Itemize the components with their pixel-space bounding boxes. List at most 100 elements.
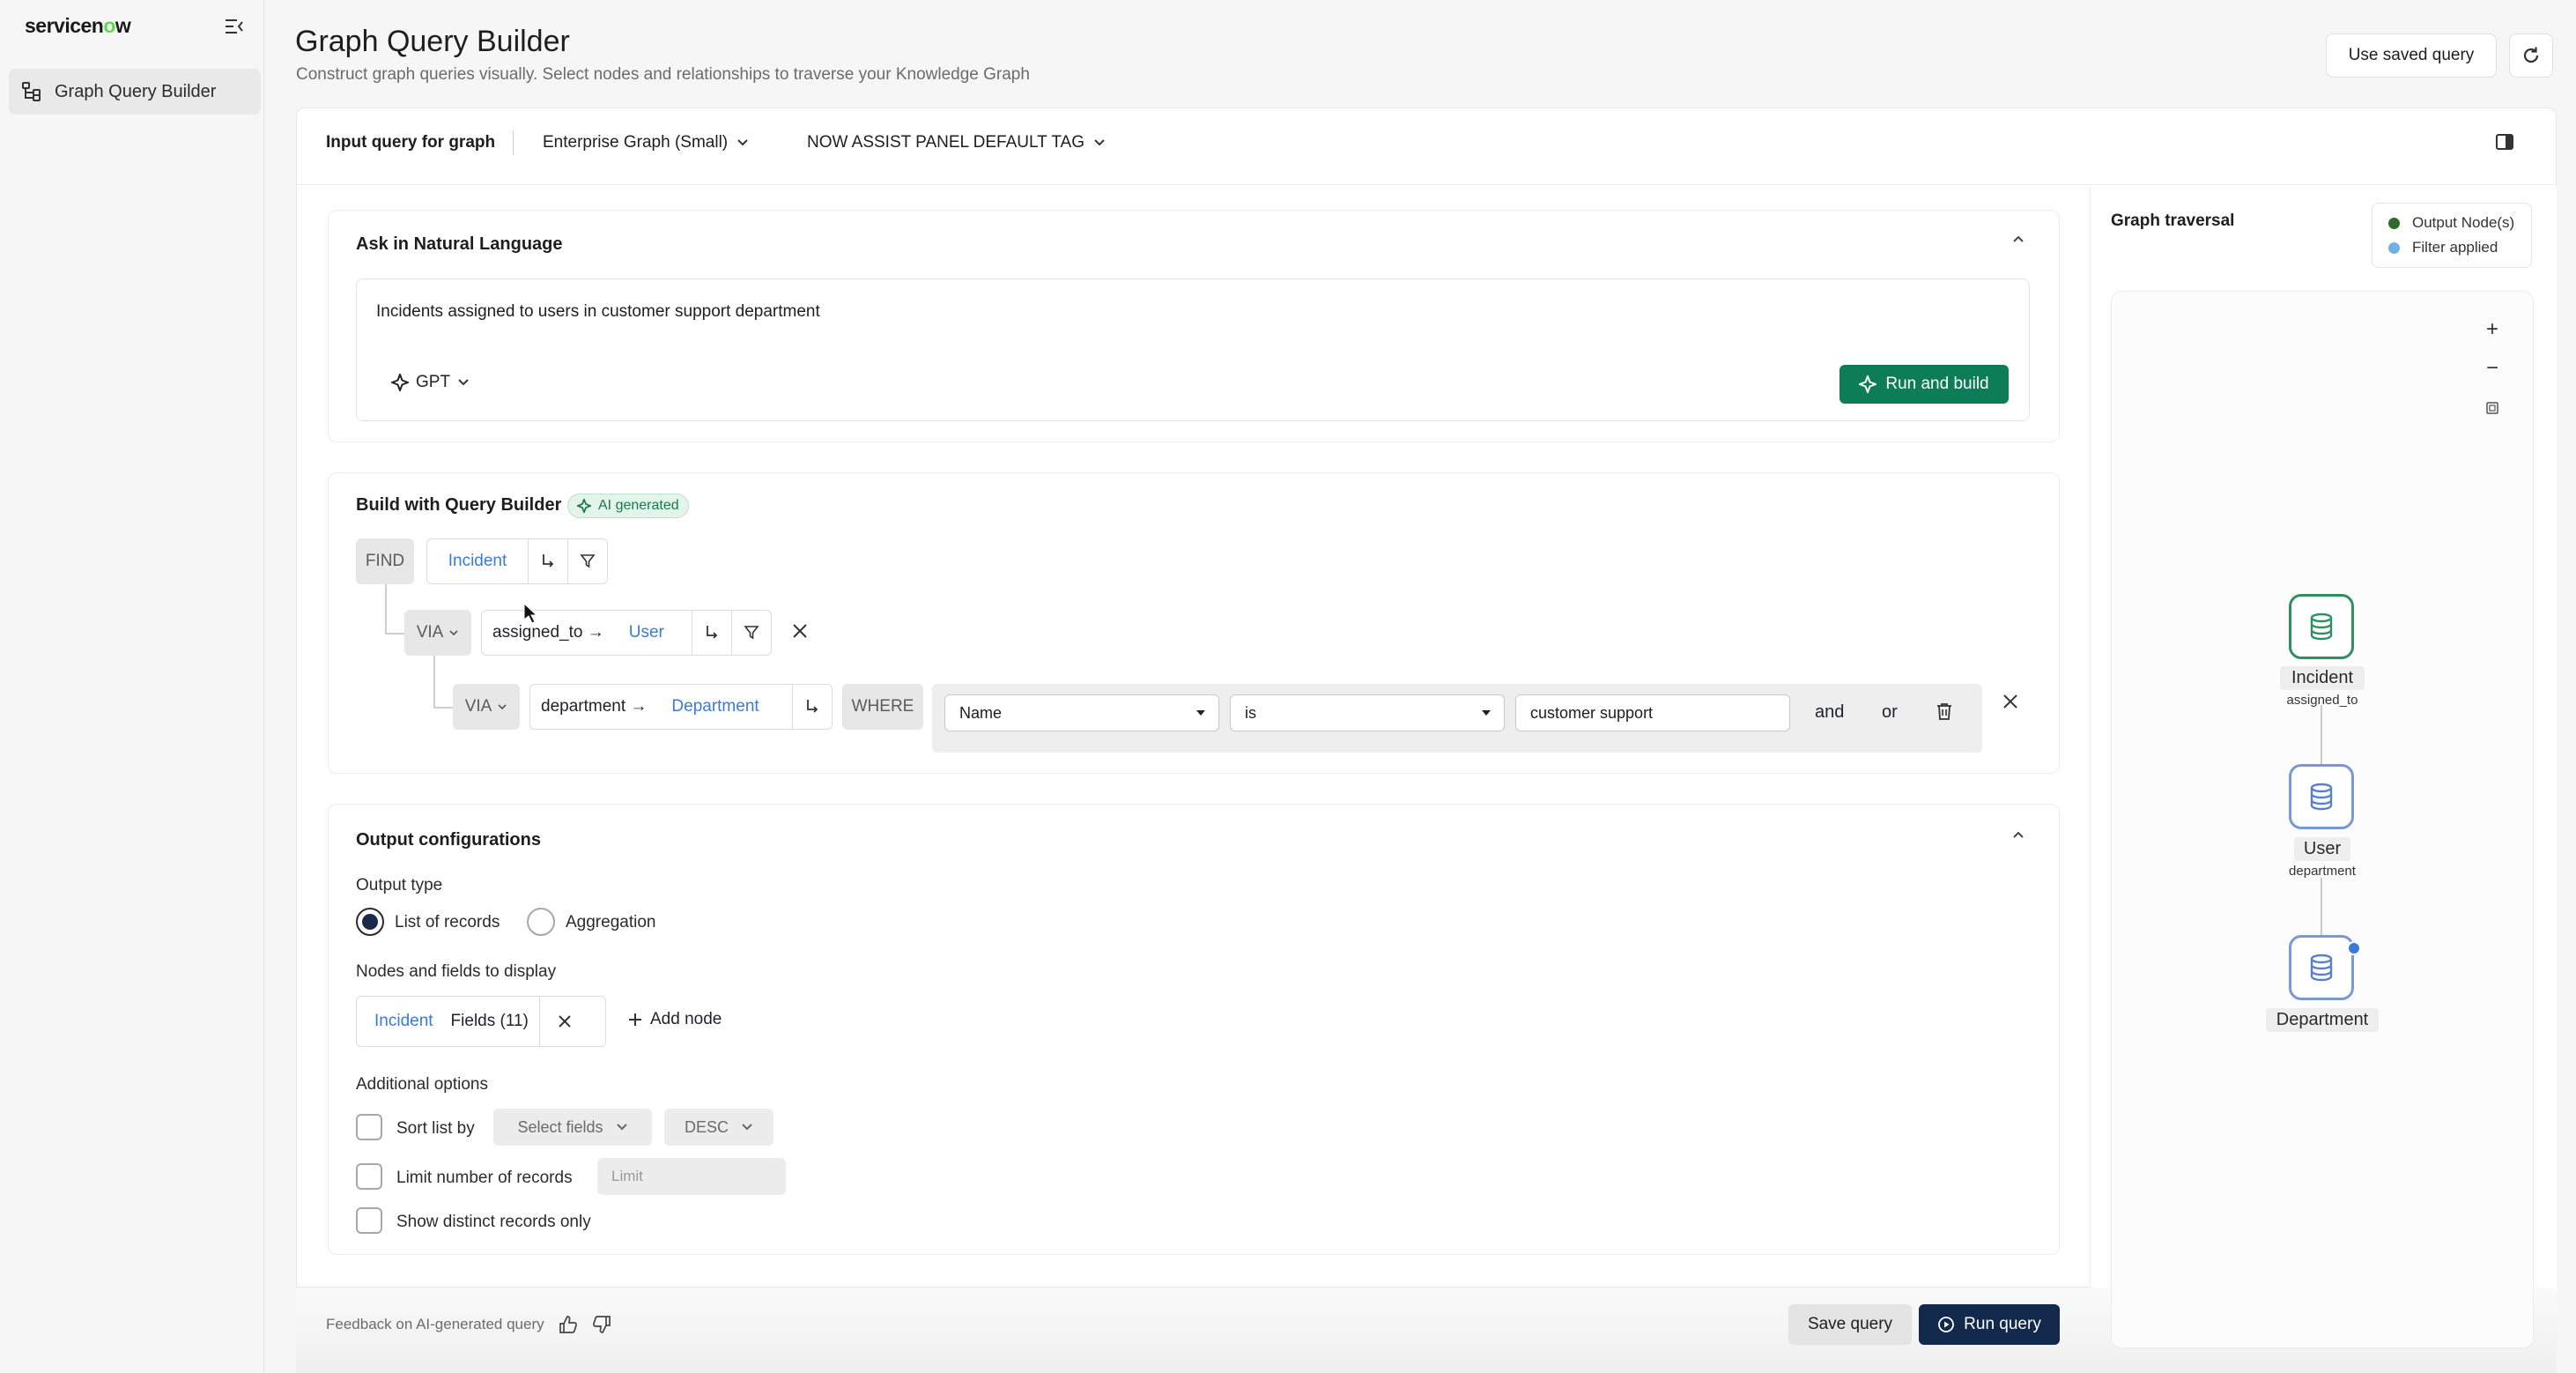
remove-node-close-icon[interactable]	[540, 997, 589, 1046]
graph-select-value: Enterprise Graph (Small)	[543, 133, 729, 152]
remove-condition-close-icon[interactable]	[2000, 691, 2021, 712]
graph-node-department[interactable]	[2289, 935, 2354, 1000]
use-saved-query-button[interactable]: Use saved query	[2326, 33, 2497, 78]
via-label: VIA	[464, 697, 492, 716]
relationship-label: assigned_to →	[492, 623, 604, 642]
via-select[interactable]: VIA	[404, 610, 471, 656]
and-button[interactable]: and	[1815, 702, 1844, 723]
sidebar-collapse-icon[interactable]	[220, 14, 248, 39]
collapse-chevron-up-icon[interactable]	[2010, 231, 2026, 247]
servicenow-logo: servicenow	[25, 14, 131, 37]
run-query-label: Run query	[1964, 1315, 2041, 1333]
relationship-label: department →	[541, 697, 648, 716]
database-icon	[2310, 954, 2333, 982]
traverse-icon[interactable]	[793, 685, 832, 729]
run-and-build-label: Run and build	[1885, 375, 1989, 393]
refresh-button[interactable]	[2509, 33, 2553, 78]
relationship-select[interactable]: assigned_to → User	[482, 611, 675, 655]
run-query-button[interactable]: Run query	[1919, 1304, 2060, 1345]
input-query-label: Input query for graph	[326, 133, 496, 152]
distinct-checkbox[interactable]	[356, 1207, 382, 1234]
tag-select[interactable]: NOW ASSIST PANEL DEFAULT TAG	[807, 133, 1106, 152]
via-select[interactable]: VIA	[453, 684, 520, 730]
run-and-build-button[interactable]: Run and build	[1839, 365, 2009, 404]
condition-field-value: Name	[959, 703, 1003, 722]
thumbs-up-icon[interactable]	[559, 1316, 578, 1333]
chevron-down-icon	[737, 139, 748, 146]
sort-fields-select[interactable]: Select fields	[493, 1109, 652, 1146]
sort-checkbox[interactable]	[356, 1114, 382, 1140]
graph-node-label: Incident	[2280, 666, 2365, 690]
sidebar	[0, 0, 264, 1373]
graph-node-label: Department	[2266, 1008, 2379, 1032]
radio-label-aggregation: Aggregation	[566, 913, 656, 931]
tree-connector	[433, 656, 435, 707]
caret-down-icon	[1196, 710, 1205, 716]
sparkle-icon	[1859, 375, 1877, 393]
database-icon	[2310, 783, 2333, 811]
thumbs-down-icon[interactable]	[592, 1316, 611, 1333]
zoom-out-icon[interactable]: −	[2477, 353, 2507, 383]
trash-icon[interactable]	[1935, 701, 1954, 721]
add-node-button[interactable]: Add node	[627, 1010, 722, 1029]
radio-aggregation[interactable]	[527, 908, 555, 936]
additional-options-label: Additional options	[356, 1075, 488, 1094]
legend-label: Output Node(s)	[2412, 214, 2515, 231]
caret-down-icon	[1482, 710, 1491, 716]
collapse-chevron-up-icon[interactable]	[2010, 827, 2026, 842]
divider	[513, 130, 514, 155]
nl-query-input[interactable]	[356, 278, 2030, 421]
panel-toggle-icon[interactable]	[2495, 132, 2516, 153]
condition-field-select[interactable]: Name	[944, 694, 1219, 731]
filter-icon[interactable]	[568, 539, 607, 583]
legend-item-filter: Filter applied	[2388, 239, 2498, 256]
model-select-value: GPT	[416, 373, 451, 391]
sidebar-item-label: Graph Query Builder	[55, 81, 217, 101]
builder-section-title: Build with Query Builder	[356, 495, 562, 515]
distinct-label: Show distinct records only	[396, 1213, 591, 1231]
add-node-label: Add node	[650, 1010, 722, 1028]
tree-connector	[385, 633, 404, 635]
traverse-icon[interactable]	[529, 539, 567, 583]
graph-node-sublabel: assigned_to	[2286, 693, 2358, 708]
graph-node-user[interactable]	[2289, 764, 2354, 829]
condition-operator-value: is	[1245, 703, 1256, 722]
output-node-select[interactable]: Incident	[357, 997, 451, 1046]
sort-fields-value: Select fields	[517, 1117, 603, 1136]
ai-generated-label: AI generated	[598, 498, 679, 513]
condition-operator-select[interactable]: is	[1230, 694, 1505, 731]
sidebar-item-graph-query-builder[interactable]: Graph Query Builder	[9, 69, 261, 115]
fit-view-icon[interactable]	[2477, 393, 2507, 423]
or-button[interactable]: or	[1882, 702, 1898, 723]
sort-label: Sort list by	[396, 1119, 475, 1138]
traverse-icon[interactable]	[692, 611, 731, 655]
sort-order-select[interactable]: DESC	[664, 1109, 774, 1146]
fields-select[interactable]: Fields (11)	[451, 997, 539, 1046]
find-node-select[interactable]: Incident	[427, 539, 528, 583]
radio-label-list: List of records	[395, 913, 500, 931]
condition-value-text: customer support	[1530, 703, 1654, 722]
condition-value-input[interactable]: customer support	[1515, 694, 1790, 731]
model-select[interactable]: GPT	[391, 373, 470, 392]
limit-input[interactable]: Limit	[597, 1158, 786, 1195]
zoom-in-icon[interactable]: +	[2477, 315, 2507, 345]
save-query-button[interactable]: Save query	[1788, 1304, 1912, 1345]
graph-node-incident[interactable]	[2289, 594, 2354, 659]
limit-checkbox[interactable]	[356, 1163, 382, 1190]
page-subtitle: Construct graph queries visually. Select…	[296, 65, 1030, 84]
refresh-icon	[2523, 47, 2539, 63]
ai-generated-badge: AI generated	[567, 494, 689, 518]
relationship-select[interactable]: department → Department	[530, 685, 770, 729]
tree-connector	[433, 707, 453, 709]
graph-edge	[2321, 878, 2322, 938]
graph-edge	[2321, 705, 2322, 767]
radio-list-of-records[interactable]	[356, 908, 384, 936]
play-circle-icon	[1938, 1317, 1955, 1332]
graph-legend: Output Node(s) Filter applied	[2372, 203, 2532, 268]
remove-via-close-icon[interactable]	[789, 620, 811, 642]
mouse-cursor-icon	[523, 603, 537, 624]
via-relationship-chip: department → Department	[529, 684, 833, 730]
filter-icon[interactable]	[732, 611, 771, 655]
graph-select[interactable]: Enterprise Graph (Small)	[543, 133, 749, 152]
tree-connector	[385, 584, 387, 633]
